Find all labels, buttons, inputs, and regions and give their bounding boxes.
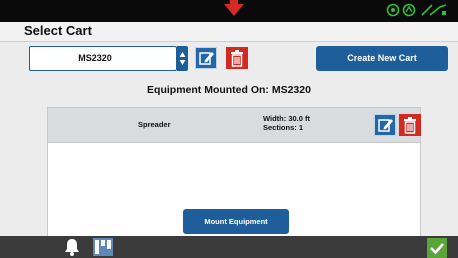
equipment-name: Spreader (138, 120, 171, 129)
list-item[interactable]: Spreader Width: 30.0 ft Sections: 1 (48, 108, 421, 143)
signal-icon (402, 3, 416, 17)
edit-icon (378, 119, 393, 132)
delete-cart-button[interactable] (226, 47, 248, 69)
cart-select-stepper[interactable] (177, 46, 188, 71)
gps-icon (386, 3, 400, 17)
equipment-mounted-heading: Equipment Mounted On: MS2320 (147, 84, 311, 96)
edit-icon (199, 52, 214, 65)
trash-icon (231, 50, 243, 67)
checkmark-icon (430, 243, 444, 255)
bottom-toolbar (0, 236, 458, 258)
confirm-button[interactable] (427, 238, 447, 258)
connectivity-icon (421, 4, 447, 16)
down-arrow-icon (224, 0, 244, 16)
equipment-specs: Width: 30.0 ft Sections: 1 (263, 114, 310, 132)
cart-select-dropdown[interactable]: MS2320 (29, 46, 177, 71)
up-down-arrows-icon (179, 52, 186, 65)
page-title: Select Cart (24, 23, 92, 38)
equipment-sections: Sections: 1 (263, 123, 304, 132)
delete-equipment-button[interactable] (399, 114, 421, 136)
map-icon[interactable] (92, 237, 114, 257)
bell-icon[interactable] (62, 237, 82, 257)
equipment-width: Width: 30.0 ft (263, 114, 311, 123)
trash-icon (404, 117, 416, 134)
status-icons (386, 3, 448, 19)
mount-equipment-button[interactable]: Mount Equipment (183, 209, 289, 234)
create-new-cart-button[interactable]: Create New Cart (316, 46, 448, 71)
title-bar: Select Cart (0, 22, 458, 42)
edit-equipment-button[interactable] (374, 114, 396, 136)
edit-cart-button[interactable] (195, 47, 217, 69)
cart-select-value: MS2320 (78, 53, 112, 63)
